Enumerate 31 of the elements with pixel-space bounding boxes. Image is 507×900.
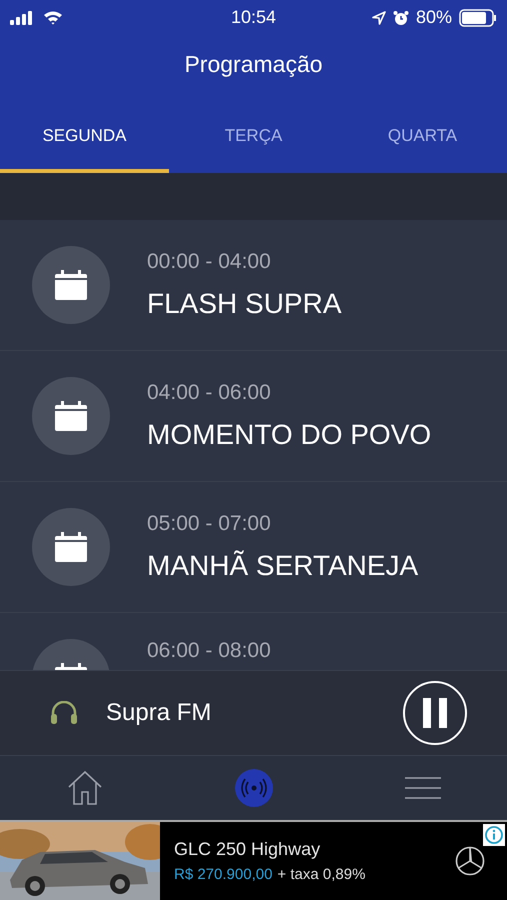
wifi-icon xyxy=(43,10,63,25)
battery-percent: 80% xyxy=(416,7,452,28)
pause-button[interactable] xyxy=(403,681,467,745)
show-title: FLASH SUPRA xyxy=(147,288,342,320)
broadcast-icon xyxy=(234,768,274,808)
ad-rate: + taxa 0,89% xyxy=(277,866,366,883)
battery-icon xyxy=(458,8,497,26)
pause-icon xyxy=(423,698,447,728)
day-tab[interactable]: QUARTA xyxy=(338,95,507,173)
show-title: MOMENTO DO POVO xyxy=(147,419,432,451)
page-title: Programação xyxy=(183,50,324,79)
ad-title: GLC 250 Highway xyxy=(174,839,322,860)
show-time: 06:00 - 08:00 xyxy=(147,639,271,663)
alarm-icon xyxy=(392,10,409,26)
status-time: 10:54 xyxy=(230,7,276,28)
show-time: 00:00 - 04:00 xyxy=(147,250,272,274)
calendar-icon xyxy=(55,532,87,562)
show-time: 05:00 - 07:00 xyxy=(147,512,272,536)
ad-price: R$ 270.900,00 xyxy=(174,866,272,883)
headphones-icon xyxy=(50,701,78,725)
info-icon[interactable] xyxy=(483,824,505,846)
day-tab[interactable]: TERÇA xyxy=(169,95,338,173)
station-name: Supra FM xyxy=(106,699,212,727)
home-icon xyxy=(66,770,102,806)
calendar-icon xyxy=(55,401,87,431)
star-logo-icon xyxy=(455,846,485,876)
location-icon xyxy=(372,10,386,24)
show-time: 04:00 - 06:00 xyxy=(147,381,272,405)
calendar-icon xyxy=(55,270,87,300)
menu-icon xyxy=(404,776,440,800)
show-title: MANHÃ SERTANEJA xyxy=(147,550,418,582)
